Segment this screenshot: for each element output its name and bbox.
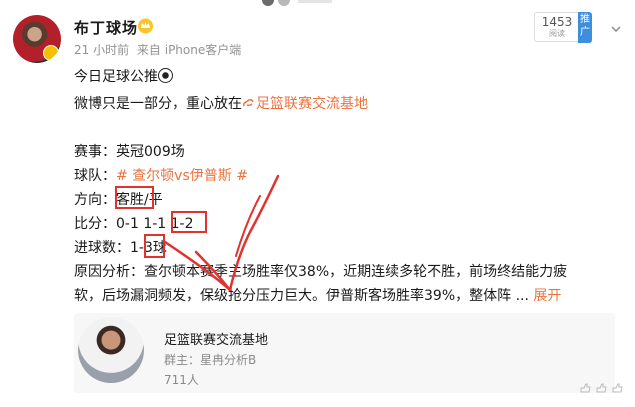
annotation-box-direction bbox=[115, 186, 154, 209]
group-avatar bbox=[78, 317, 144, 383]
link-icon bbox=[243, 99, 254, 107]
views-badge: 1453 阅读 bbox=[534, 12, 580, 42]
promote-button[interactable]: 推广 bbox=[578, 12, 592, 43]
username[interactable]: 布丁球场 bbox=[74, 17, 138, 38]
analysis-text: 软，后场漏洞频发，保级抢分压力巨大。伊普斯客场胜率39%，整体阵 ... bbox=[74, 288, 529, 304]
club-crest-icon bbox=[43, 45, 59, 61]
teams-row: 球队：# 查尔顿vs伊普斯 # bbox=[74, 165, 248, 185]
expand-link[interactable]: 展开 bbox=[533, 288, 561, 304]
score-label: 比分： bbox=[74, 216, 116, 232]
more-chevron-icon[interactable] bbox=[611, 26, 621, 32]
annotation-box-goals bbox=[144, 234, 165, 258]
post-headline: 今日足球公推 bbox=[74, 66, 173, 86]
avatar[interactable] bbox=[13, 15, 61, 63]
vip-crown-icon[interactable] bbox=[137, 17, 154, 34]
annotation-box-score bbox=[171, 211, 207, 233]
like-icon[interactable] bbox=[579, 383, 625, 393]
group-title: 足篮联赛交流基地 bbox=[164, 333, 269, 348]
views-label: 阅读 bbox=[549, 29, 565, 38]
match-row: 赛事：英冠009场 bbox=[74, 141, 185, 161]
intro-link[interactable]: 足篮联赛交流基地 bbox=[256, 96, 368, 112]
direction-label: 方向： bbox=[74, 192, 116, 208]
teams-label: 球队： bbox=[74, 168, 116, 184]
analysis-line-2: 软，后场漏洞频发，保级抢分压力巨大。伊普斯客场胜率39%，整体阵 ... 展开 bbox=[74, 285, 561, 305]
match-label: 赛事： bbox=[74, 144, 116, 160]
goals-label: 进球数： bbox=[74, 240, 130, 256]
post-meta: 21 小时前 来自 iPhone客户端 bbox=[74, 41, 245, 58]
football-icon bbox=[158, 68, 173, 83]
group-owner: 群主：星冉分析B bbox=[164, 353, 257, 367]
post-time: 21 小时前 bbox=[74, 43, 130, 57]
headline-text: 今日足球公推 bbox=[74, 69, 158, 85]
post-intro: 微博只是一部分，重心放在 足篮联赛交流基地 bbox=[74, 93, 368, 113]
teams-hashtag[interactable]: # 查尔顿vs伊普斯 # bbox=[116, 168, 248, 184]
analysis-line-1: 原因分析：查尔顿本赛季主场胜率仅38%，近期连续多轮不胜，前场终结能力疲 bbox=[74, 264, 568, 280]
group-card[interactable]: 足篮联赛交流基地 群主：星冉分析B 711人 bbox=[74, 313, 615, 393]
post-source: 来自 iPhone客户端 bbox=[136, 43, 242, 57]
match-value: 英冠009场 bbox=[116, 144, 185, 160]
intro-text: 微博只是一部分，重心放在 bbox=[74, 96, 242, 112]
group-members: 711人 bbox=[164, 373, 199, 387]
top-strip bbox=[262, 0, 334, 6]
views-count: 1453 bbox=[541, 15, 573, 29]
